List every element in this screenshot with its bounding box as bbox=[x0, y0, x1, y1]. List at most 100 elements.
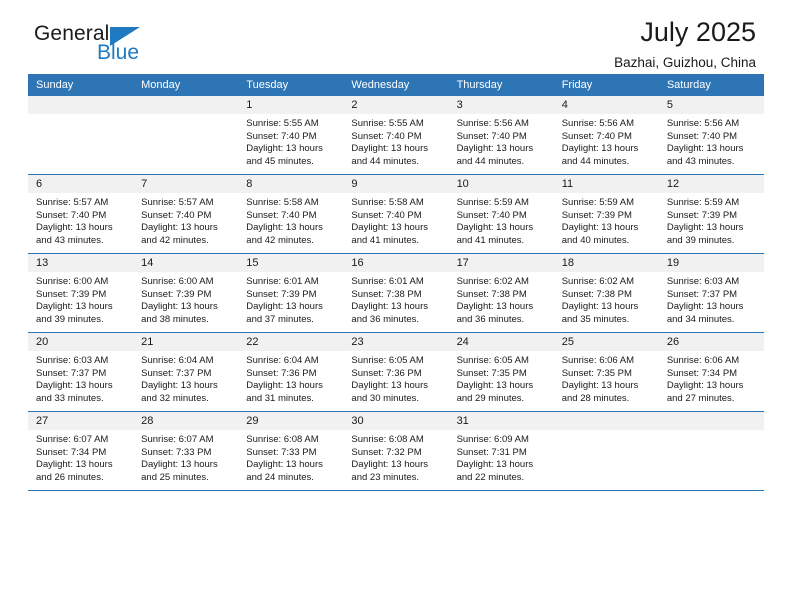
sunset-text: Sunset: 7:35 PM bbox=[561, 367, 632, 379]
calendar-day-cell[interactable]: 14 Sunrise: 6:00 AM Sunset: 7:39 PM Dayligh… bbox=[133, 253, 239, 333]
day-number: 23 bbox=[343, 333, 449, 351]
calendar-day-cell-empty bbox=[28, 96, 134, 175]
daylight-text: Daylight: 13 hours and 35 minutes. bbox=[561, 301, 639, 325]
calendar-day-cell[interactable]: 22 Sunrise: 6:04 AM Sunset: 7:36 PM Dayligh… bbox=[238, 332, 344, 412]
calendar-day-cell[interactable]: 13 Sunrise: 6:00 AM Sunset: 7:39 PM Dayligh… bbox=[28, 253, 134, 333]
sunrise-text: Sunrise: 6:03 AM bbox=[36, 355, 109, 366]
daylight-text: Daylight: 13 hours and 33 minutes. bbox=[36, 380, 113, 404]
sunset-text: Sunset: 7:39 PM bbox=[141, 288, 212, 300]
day-details: Sunrise: 6:04 AM Sunset: 7:37 PM Daylight:… bbox=[133, 351, 238, 405]
day-details: Sunrise: 6:02 AM Sunset: 7:38 PM Daylight:… bbox=[449, 272, 554, 326]
day-number: 13 bbox=[28, 254, 134, 272]
calendar-day-cell[interactable]: 16 Sunrise: 6:01 AM Sunset: 7:38 PM Dayligh… bbox=[343, 253, 449, 333]
calendar-day-cell[interactable]: 5 Sunrise: 5:56 AM Sunset: 7:40 PM Daylight… bbox=[658, 96, 764, 175]
calendar-day-cell[interactable]: 19 Sunrise: 6:03 AM Sunset: 7:37 PM Dayligh… bbox=[658, 253, 764, 333]
calendar-day-cell[interactable]: 26 Sunrise: 6:06 AM Sunset: 7:34 PM Dayligh… bbox=[658, 332, 764, 412]
day-details: Sunrise: 6:05 AM Sunset: 7:35 PM Daylight:… bbox=[449, 351, 554, 405]
weekday-header: Sunday Monday Tuesday Wednesday Thursday… bbox=[28, 74, 764, 96]
daylight-text: Daylight: 13 hours and 45 minutes. bbox=[246, 143, 323, 167]
calendar-day-cell[interactable]: 20 Sunrise: 6:03 AM Sunset: 7:37 PM Dayligh… bbox=[28, 332, 134, 412]
day-number: 29 bbox=[238, 412, 344, 430]
daylight-text: Daylight: 13 hours and 40 minutes. bbox=[561, 222, 639, 246]
calendar-day-cell[interactable]: 18 Sunrise: 6:02 AM Sunset: 7:38 PM Dayligh… bbox=[553, 253, 659, 333]
daylight-text: Daylight: 13 hours and 36 minutes. bbox=[456, 301, 534, 325]
weekday-friday: Friday bbox=[553, 74, 659, 96]
day-number: 16 bbox=[343, 254, 449, 272]
calendar-day-cell[interactable]: 17 Sunrise: 6:02 AM Sunset: 7:38 PM Dayligh… bbox=[448, 253, 554, 333]
sunrise-text: Sunrise: 5:56 AM bbox=[456, 118, 529, 129]
sunrise-text: Sunrise: 6:01 AM bbox=[246, 276, 319, 287]
calendar-day-cell[interactable]: 3 Sunrise: 5:56 AM Sunset: 7:40 PM Daylight… bbox=[448, 96, 554, 175]
calendar-day-cell[interactable]: 7 Sunrise: 5:57 AM Sunset: 7:40 PM Daylight… bbox=[133, 174, 239, 254]
sunrise-text: Sunrise: 6:08 AM bbox=[351, 434, 424, 445]
day-details: Sunrise: 5:56 AM Sunset: 7:40 PM Daylight:… bbox=[449, 114, 554, 168]
day-number: 24 bbox=[448, 333, 554, 351]
daylight-text: Daylight: 13 hours and 42 minutes. bbox=[141, 222, 218, 246]
daylight-text: Daylight: 13 hours and 41 minutes. bbox=[456, 222, 534, 246]
sunrise-text: Sunrise: 5:55 AM bbox=[351, 118, 424, 129]
day-details: Sunrise: 5:56 AM Sunset: 7:40 PM Daylight:… bbox=[554, 114, 659, 168]
calendar-day-cell[interactable]: 31 Sunrise: 6:09 AM Sunset: 7:31 PM Dayligh… bbox=[448, 411, 554, 491]
sunset-text: Sunset: 7:31 PM bbox=[456, 446, 527, 458]
day-details: Sunrise: 5:58 AM Sunset: 7:40 PM Daylight:… bbox=[238, 193, 343, 247]
sunrise-text: Sunrise: 5:59 AM bbox=[456, 197, 529, 208]
day-number bbox=[28, 96, 134, 114]
calendar-body: 1 Sunrise: 5:55 AM Sunset: 7:40 PM Daylight… bbox=[28, 96, 764, 491]
day-number: 19 bbox=[658, 254, 764, 272]
calendar-day-cell[interactable]: 10 Sunrise: 5:59 AM Sunset: 7:40 PM Dayligh… bbox=[448, 174, 554, 254]
title-block: July 2025 Bazhai, Guizhou, China bbox=[614, 17, 756, 71]
sunset-text: Sunset: 7:39 PM bbox=[666, 209, 738, 221]
daylight-text: Daylight: 13 hours and 39 minutes. bbox=[666, 222, 744, 246]
weekday-thursday: Thursday bbox=[448, 74, 554, 96]
sunset-text: Sunset: 7:40 PM bbox=[141, 209, 212, 221]
weekday-wednesday: Wednesday bbox=[343, 74, 449, 96]
day-details: Sunrise: 6:03 AM Sunset: 7:37 PM Daylight:… bbox=[659, 272, 764, 326]
day-number: 27 bbox=[28, 412, 134, 430]
sunrise-text: Sunrise: 6:06 AM bbox=[561, 355, 635, 366]
day-number: 11 bbox=[553, 175, 659, 193]
daylight-text: Daylight: 13 hours and 38 minutes. bbox=[141, 301, 218, 325]
day-number: 28 bbox=[133, 412, 239, 430]
calendar-day-cell[interactable]: 24 Sunrise: 6:05 AM Sunset: 7:35 PM Dayligh… bbox=[448, 332, 554, 412]
weekday-saturday: Saturday bbox=[658, 74, 764, 96]
sunset-text: Sunset: 7:40 PM bbox=[246, 130, 317, 142]
sunset-text: Sunset: 7:40 PM bbox=[351, 130, 422, 142]
calendar-day-cell[interactable]: 25 Sunrise: 6:06 AM Sunset: 7:35 PM Dayligh… bbox=[553, 332, 659, 412]
daylight-text: Daylight: 13 hours and 44 minutes. bbox=[351, 143, 428, 167]
calendar-day-cell[interactable]: 27 Sunrise: 6:07 AM Sunset: 7:34 PM Dayligh… bbox=[28, 411, 134, 491]
day-number: 18 bbox=[553, 254, 659, 272]
calendar-day-cell[interactable]: 9 Sunrise: 5:58 AM Sunset: 7:40 PM Daylight… bbox=[343, 174, 449, 254]
sunrise-text: Sunrise: 6:02 AM bbox=[561, 276, 635, 287]
calendar-day-cell[interactable]: 6 Sunrise: 5:57 AM Sunset: 7:40 PM Daylight… bbox=[28, 174, 134, 254]
calendar-day-cell[interactable]: 21 Sunrise: 6:04 AM Sunset: 7:37 PM Dayligh… bbox=[133, 332, 239, 412]
day-details: Sunrise: 5:55 AM Sunset: 7:40 PM Daylight:… bbox=[343, 114, 448, 168]
sunrise-text: Sunrise: 6:02 AM bbox=[456, 276, 529, 287]
day-number: 26 bbox=[658, 333, 764, 351]
sunset-text: Sunset: 7:32 PM bbox=[351, 446, 422, 458]
day-details: Sunrise: 6:01 AM Sunset: 7:38 PM Daylight:… bbox=[343, 272, 448, 326]
calendar-day-cell[interactable]: 4 Sunrise: 5:56 AM Sunset: 7:40 PM Daylight… bbox=[553, 96, 659, 175]
calendar-day-cell[interactable]: 8 Sunrise: 5:58 AM Sunset: 7:40 PM Daylight… bbox=[238, 174, 344, 254]
calendar-day-cell[interactable]: 29 Sunrise: 6:08 AM Sunset: 7:33 PM Dayligh… bbox=[238, 411, 344, 491]
daylight-text: Daylight: 13 hours and 37 minutes. bbox=[246, 301, 323, 325]
daylight-text: Daylight: 13 hours and 32 minutes. bbox=[141, 380, 218, 404]
sunrise-text: Sunrise: 6:05 AM bbox=[351, 355, 424, 366]
calendar-day-cell[interactable]: 12 Sunrise: 5:59 AM Sunset: 7:39 PM Dayligh… bbox=[658, 174, 764, 254]
location-subtitle: Bazhai, Guizhou, China bbox=[614, 55, 756, 71]
page-title: July 2025 bbox=[640, 17, 756, 47]
daylight-text: Daylight: 13 hours and 24 minutes. bbox=[246, 459, 323, 483]
sunrise-text: Sunrise: 5:57 AM bbox=[36, 197, 109, 208]
weekday-sunday: Sunday bbox=[28, 74, 134, 96]
calendar-day-cell[interactable]: 2 Sunrise: 5:55 AM Sunset: 7:40 PM Daylight… bbox=[343, 96, 449, 175]
day-details: Sunrise: 5:59 AM Sunset: 7:40 PM Daylight:… bbox=[449, 193, 554, 247]
daylight-text: Daylight: 13 hours and 28 minutes. bbox=[561, 380, 639, 404]
calendar-day-cell[interactable]: 1 Sunrise: 5:55 AM Sunset: 7:40 PM Daylight… bbox=[238, 96, 344, 175]
sunrise-text: Sunrise: 5:58 AM bbox=[351, 197, 424, 208]
calendar-day-cell[interactable]: 15 Sunrise: 6:01 AM Sunset: 7:39 PM Dayligh… bbox=[238, 253, 344, 333]
generalblue-logo[interactable]: General Blue bbox=[34, 22, 194, 70]
calendar-day-cell[interactable]: 23 Sunrise: 6:05 AM Sunset: 7:36 PM Dayligh… bbox=[343, 332, 449, 412]
calendar-day-cell[interactable]: 11 Sunrise: 5:59 AM Sunset: 7:39 PM Dayligh… bbox=[553, 174, 659, 254]
sunrise-text: Sunrise: 5:55 AM bbox=[246, 118, 319, 129]
calendar-day-cell[interactable]: 28 Sunrise: 6:07 AM Sunset: 7:33 PM Dayligh… bbox=[133, 411, 239, 491]
calendar-day-cell[interactable]: 30 Sunrise: 6:08 AM Sunset: 7:32 PM Dayligh… bbox=[343, 411, 449, 491]
